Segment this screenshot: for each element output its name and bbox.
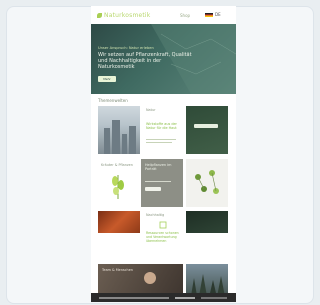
text-line: [201, 297, 227, 299]
building-shape: [122, 134, 127, 154]
text-line: [99, 297, 169, 299]
tile-berries-image[interactable]: [98, 211, 140, 233]
building-shape: [112, 120, 120, 154]
text-line: [145, 181, 171, 183]
text-line: [175, 297, 195, 299]
tile-text-sustainable[interactable]: Nachhaltig Ressourcen schonen und Verant…: [143, 211, 183, 259]
tile-label: Natur: [146, 108, 156, 112]
tile-heading: Heilpflanzen im Porträt: [145, 163, 172, 171]
tile-text-nature[interactable]: Natur Wirkstoffe aus der Natur für die H…: [143, 106, 183, 154]
hero-button[interactable]: Mehr: [98, 76, 116, 82]
hero-banner: Unser Anspruch: Natur erleben Wir setzen…: [91, 24, 236, 94]
hero-kicker: Unser Anspruch: Natur erleben: [98, 46, 154, 50]
plant-illustration: [112, 175, 124, 199]
tile-dark-image-2[interactable]: [186, 211, 228, 233]
building-shape: [129, 126, 136, 154]
nav-link-shop[interactable]: Shop: [180, 13, 190, 18]
leaf-icon: [97, 13, 102, 18]
site-logo[interactable]: Naturkosmetik: [97, 12, 150, 19]
tile-grey[interactable]: Heilpflanzen im Porträt: [141, 159, 183, 207]
herbs-illustration: [195, 170, 219, 194]
tile-heading: Wirkstoffe aus der Natur für die Haut: [146, 122, 177, 130]
building-shape: [104, 128, 110, 154]
tile-button[interactable]: [145, 187, 161, 191]
tile-plant[interactable]: Kräuter & Pflanzen: [98, 159, 138, 207]
section-label: Themenwelten: [98, 98, 128, 103]
tile-label: Nachhaltig: [146, 213, 165, 217]
cookie-banner[interactable]: [91, 293, 236, 302]
tile-dark-image[interactable]: [186, 106, 228, 154]
website-preview[interactable]: Naturkosmetik Shop DE Unser Anspruch: Na…: [91, 6, 236, 302]
tile-heading: Ressourcen schonen und Verantwortung übe…: [146, 231, 179, 243]
site-header: Naturkosmetik Shop DE: [91, 6, 236, 24]
tile-herbs[interactable]: [186, 159, 228, 207]
leaf-outline-icon: [159, 221, 167, 229]
hero-title: Wir setzen auf Pflanzenkraft, Qualität u…: [98, 52, 192, 70]
flag-icon[interactable]: [205, 13, 213, 17]
tile-city-image[interactable]: [98, 106, 140, 154]
logo-text: Naturkosmetik: [104, 12, 151, 19]
tile-button[interactable]: [194, 124, 218, 128]
text-line: [146, 142, 172, 144]
text-line: [146, 139, 176, 141]
language-switch[interactable]: DE: [215, 12, 221, 17]
